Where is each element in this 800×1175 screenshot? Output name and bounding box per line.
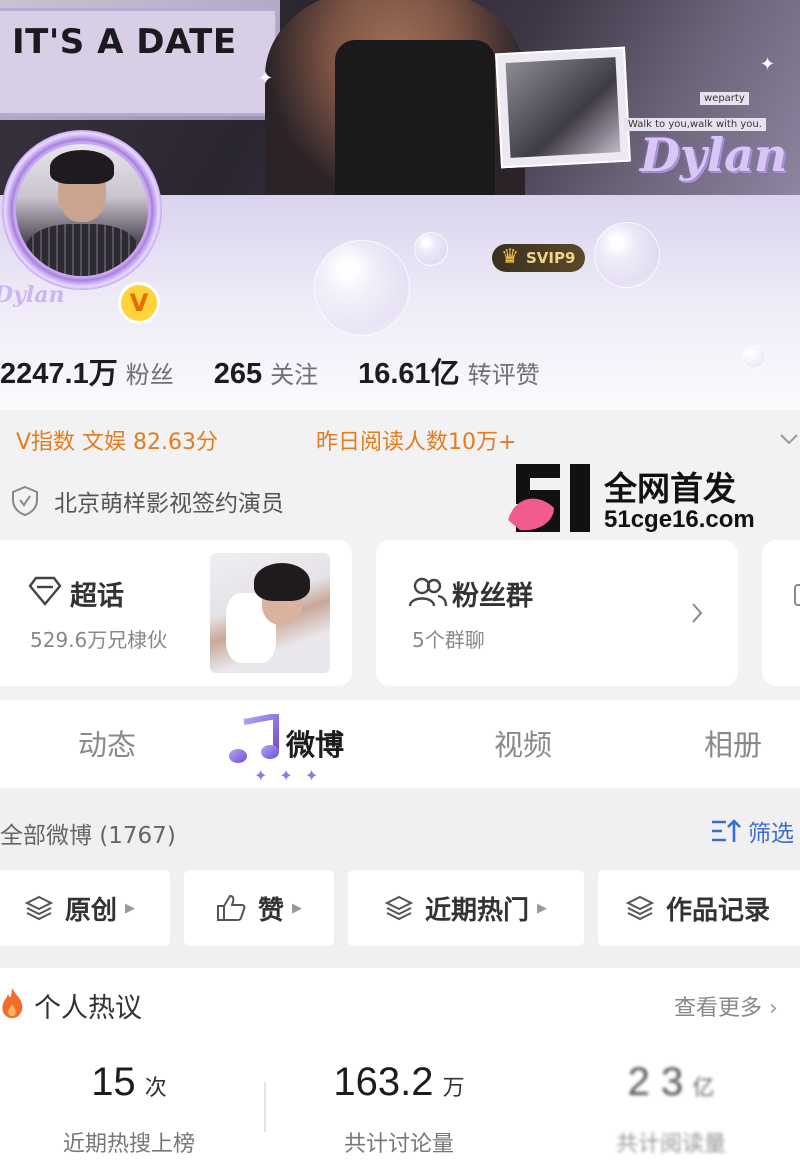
tab-albums[interactable]: 相册 — [704, 722, 762, 764]
watermark-url: 51cge16.com — [604, 506, 755, 533]
yesterday-reads[interactable]: 昨日阅读人数10万+ — [316, 424, 516, 456]
svip-badge[interactable]: ♛ SVIP9 — [492, 244, 586, 272]
active-tab-indicator: ✦✦✦ — [254, 766, 331, 785]
hot-stat-label: 近期热搜上榜 — [62, 1132, 195, 1157]
verified-badge-icon[interactable]: V — [118, 282, 160, 324]
layers-icon — [626, 895, 654, 921]
bubble-decoration — [314, 240, 410, 336]
bubble-decoration — [742, 345, 766, 369]
hot-stat-unit: 万 — [442, 1076, 465, 1101]
v-index[interactable]: V指数 文娱 82.63分 — [16, 424, 218, 456]
banner-script-name: Dylan — [640, 128, 788, 182]
chip-original-label: 原创 — [64, 895, 117, 926]
layers-icon — [384, 895, 413, 921]
chip-works-label: 作品记录 — [666, 895, 771, 926]
banner-sign-text: IT'S A DATE — [12, 22, 237, 62]
banner-person-outfit — [335, 40, 495, 200]
divider — [264, 1082, 266, 1132]
bubble-decoration — [414, 232, 448, 266]
tab-videos[interactable]: 视频 — [494, 722, 552, 764]
chip-works[interactable]: 作品记录 — [598, 870, 800, 946]
chip-recent-hot-label: 近期热门 — [424, 895, 529, 926]
supertopic-title: 超话 — [70, 581, 124, 612]
tab-feed[interactable]: 动态 — [78, 722, 136, 764]
sparkle-icon: ✦ — [258, 68, 274, 89]
fan-group-title: 粉丝群 — [452, 581, 533, 612]
followers-count[interactable]: 2247.1万 — [0, 350, 118, 392]
more-card[interactable] — [762, 540, 800, 686]
fan-group-count: 5个群聊 — [412, 628, 485, 652]
banner-photo-card — [495, 46, 631, 169]
hot-stat-value: 163.2 — [333, 1060, 434, 1104]
crown-icon: ♛ — [501, 244, 519, 268]
caret-right-icon: ▶ — [292, 900, 302, 916]
hot-stat-value: 2 3 — [627, 1060, 684, 1104]
chip-liked-label: 赞 — [257, 895, 284, 926]
hot-stat-reads: 2 3 亿 — [556, 1060, 786, 1105]
see-more-label: 查看更多 — [674, 996, 763, 1021]
svip-label: SVIP9 — [526, 249, 576, 267]
chip-recent-hot[interactable]: 近期热门 ▶ — [348, 870, 584, 946]
banner-tag-weparty: weparty — [700, 92, 749, 105]
shield-check-icon — [12, 485, 38, 517]
hot-stat-discussion: 163.2 万 — [284, 1060, 514, 1105]
reposts-likes-count[interactable]: 16.61亿 — [358, 350, 460, 392]
caret-right-icon: ▶ — [125, 900, 135, 916]
card-icon — [794, 584, 800, 606]
chip-liked[interactable]: 赞 ▶ — [184, 870, 334, 946]
supertopic-members: 529.6万兄棣伙 — [30, 628, 168, 652]
chevron-right-icon — [692, 603, 703, 623]
certification: 北京萌样影视签约演员 — [10, 484, 284, 518]
hot-stat-unit: 次 — [144, 1076, 167, 1101]
watermark-logo-icon — [508, 464, 590, 532]
caret-right-icon: ▶ — [537, 900, 547, 916]
hot-discussion-title: 个人热议 — [34, 993, 142, 1024]
profile-page: IT'S A DATE weparty Walk to you,walk wit… — [0, 0, 800, 1175]
following-count[interactable]: 265 — [214, 358, 262, 391]
profile-stats: 2247.1万 粉丝 265 关注 16.61亿 转评赞 — [0, 350, 580, 394]
supertopic-card[interactable]: 超话 529.6万兄棣伙 — [0, 540, 352, 686]
supertopic-thumbnail — [210, 553, 330, 673]
hot-stat-unit: 亿 — [692, 1076, 715, 1101]
following-label[interactable]: 关注 — [270, 355, 318, 390]
thumbs-up-icon — [216, 894, 246, 921]
chevron-down-icon[interactable] — [778, 428, 800, 450]
watermark-text: 全网首发 — [604, 469, 736, 508]
avatar-frame-script: Dylan — [0, 282, 65, 308]
hot-stat-value: 15 — [91, 1060, 136, 1104]
filter-button[interactable]: 筛选 — [710, 814, 794, 848]
hot-stat-label: 共计讨论量 — [343, 1132, 454, 1157]
chevron-right-icon: › — [769, 996, 778, 1021]
all-posts-count[interactable]: 全部微博 (1767) — [0, 816, 176, 850]
certification-text: 北京萌样影视签约演员 — [54, 491, 284, 517]
followers-label[interactable]: 粉丝 — [126, 355, 174, 390]
filter-label: 筛选 — [748, 821, 794, 847]
chip-original[interactable]: 原创 ▶ — [0, 870, 170, 946]
music-note-icon — [229, 714, 279, 763]
reposts-likes-label[interactable]: 转评赞 — [468, 355, 540, 390]
filter-sort-icon — [712, 819, 741, 842]
sparkle-icon: ✦ — [760, 54, 776, 75]
avatar[interactable] — [16, 144, 148, 276]
bubble-decoration — [594, 222, 660, 288]
diamond-icon — [28, 576, 62, 606]
see-more-link[interactable]: 查看更多 › — [674, 990, 778, 1022]
hot-stat-trending: 15 次 — [14, 1060, 244, 1105]
tab-weibo[interactable]: 微博 — [286, 722, 344, 764]
flame-icon — [2, 988, 23, 1019]
hot-stat-label: 共计阅读量 — [615, 1132, 726, 1157]
people-icon — [408, 577, 448, 607]
layers-icon — [24, 895, 53, 921]
fan-group-card[interactable]: 粉丝群 5个群聊 — [376, 540, 738, 686]
